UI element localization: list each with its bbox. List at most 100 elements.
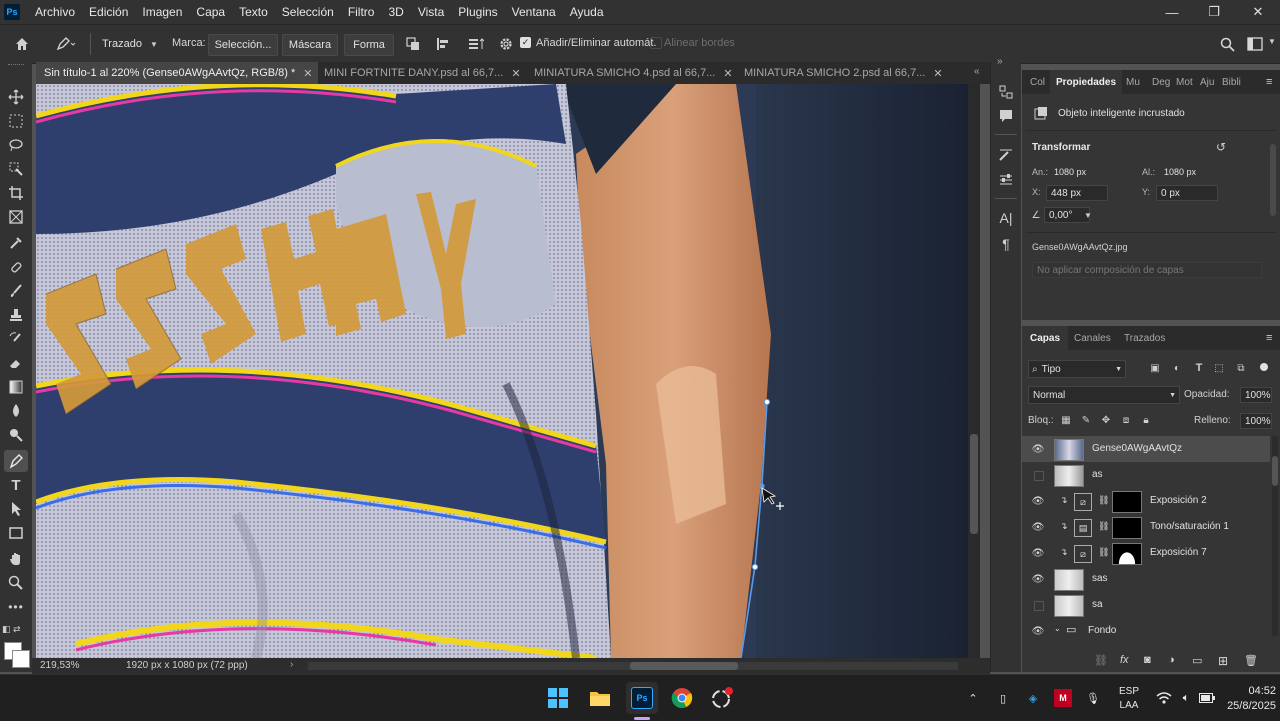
- document-canvas[interactable]: [36, 84, 968, 658]
- menu-archivo[interactable]: Archivo: [28, 5, 82, 19]
- tab-motivos[interactable]: Mot: [1176, 70, 1193, 94]
- search-icon[interactable]: [1216, 34, 1238, 54]
- layer-filter-select[interactable]: ⌕ Tipo ▼: [1028, 360, 1126, 378]
- reset-transform-icon[interactable]: ↺: [1214, 140, 1228, 154]
- menu-edicion[interactable]: Edición: [82, 5, 135, 19]
- filter-adjustment-layers-icon[interactable]: ◐: [1170, 361, 1184, 375]
- height-value[interactable]: 1080 px: [1164, 167, 1196, 177]
- tab-layers[interactable]: Capas: [1022, 326, 1069, 350]
- shape-button[interactable]: Forma: [344, 34, 394, 56]
- eraser-tool-icon[interactable]: [4, 352, 28, 374]
- volume-icon[interactable]: 🔈︎: [1176, 689, 1196, 707]
- close-icon[interactable]: ✕: [303, 67, 312, 80]
- layer-style-icon[interactable]: fx: [1120, 654, 1129, 666]
- tab-muestras[interactable]: Mu: [1126, 70, 1140, 94]
- tab-ajustes[interactable]: Aju: [1200, 70, 1214, 94]
- add-mask-icon[interactable]: ◙: [1144, 654, 1151, 666]
- filter-shape-layers-icon[interactable]: ⬚: [1212, 361, 1226, 375]
- menu-capa[interactable]: Capa: [189, 5, 232, 19]
- show-hidden-icons-icon[interactable]: ⌃: [964, 689, 982, 707]
- panel-menu-icon[interactable]: ≡: [1266, 76, 1272, 88]
- tab-properties[interactable]: Propiedades: [1050, 70, 1123, 94]
- filter-toggle[interactable]: [1260, 363, 1268, 371]
- more-tools-icon[interactable]: •••: [4, 596, 28, 618]
- comments-panel-icon[interactable]: [995, 106, 1017, 126]
- tab-channels[interactable]: Canales: [1074, 326, 1111, 350]
- menu-imagen[interactable]: Imagen: [135, 5, 189, 19]
- lock-transparent-pixels-icon[interactable]: ▦: [1060, 414, 1072, 426]
- filter-smart-objects-icon[interactable]: ⧉: [1234, 361, 1248, 375]
- app-tray-icon[interactable]: M: [1054, 689, 1072, 707]
- file-explorer-icon[interactable]: [584, 682, 616, 714]
- type-tool-icon[interactable]: T: [4, 474, 28, 496]
- security-icon[interactable]: ◈: [1024, 689, 1042, 707]
- brush-tool-icon[interactable]: [4, 280, 28, 302]
- menu-3d[interactable]: 3D: [381, 5, 410, 19]
- clock[interactable]: 04:52 25/8/2025: [1206, 684, 1276, 714]
- visibility-off-box[interactable]: [1034, 601, 1044, 611]
- width-value[interactable]: 1080 px: [1054, 167, 1086, 177]
- close-icon[interactable]: ✕: [933, 67, 942, 80]
- layer-row[interactable]: 👁︎ sas: [1022, 566, 1270, 592]
- panel-menu-icon[interactable]: ≡: [1266, 332, 1272, 344]
- new-layer-icon[interactable]: ⊞: [1218, 654, 1228, 668]
- menu-texto[interactable]: Texto: [232, 5, 275, 19]
- chevron-down-icon[interactable]: ▼: [1084, 207, 1094, 223]
- menu-ventana[interactable]: Ventana: [505, 5, 563, 19]
- tab-bibliotecas[interactable]: Bibli: [1222, 70, 1241, 94]
- lock-artboard-icon[interactable]: ⧈: [1120, 414, 1132, 426]
- history-brush-tool-icon[interactable]: [4, 328, 28, 350]
- lasso-tool-icon[interactable]: [4, 134, 28, 156]
- menu-filtro[interactable]: Filtro: [341, 5, 382, 19]
- photoshop-taskbar-icon[interactable]: Ps: [626, 682, 658, 714]
- quick-selection-tool-icon[interactable]: [4, 158, 28, 180]
- layer-row[interactable]: 👁︎ Gense0AWgAAvtQz: [1022, 436, 1270, 462]
- vertical-scrollbar-thumb[interactable]: [970, 434, 978, 534]
- usb-device-icon[interactable]: ▯: [994, 689, 1012, 707]
- visibility-eye-icon[interactable]: 👁︎: [1032, 521, 1045, 533]
- adjustments-panel-icon[interactable]: [995, 170, 1017, 190]
- marquee-tool-icon[interactable]: [4, 110, 28, 132]
- filter-type-layers-icon[interactable]: T: [1192, 361, 1206, 375]
- visibility-eye-icon[interactable]: 👁︎: [1032, 625, 1045, 637]
- tab-degradados[interactable]: Deg: [1152, 70, 1170, 94]
- wifi-icon[interactable]: [1154, 689, 1174, 707]
- visibility-eye-icon[interactable]: 👁︎: [1032, 573, 1045, 585]
- crop-tool-icon[interactable]: [4, 182, 28, 204]
- chevron-down-icon[interactable]: ⌄: [1054, 624, 1061, 633]
- app-with-notification-icon[interactable]: [706, 682, 738, 714]
- zoom-level[interactable]: 219,53%: [40, 660, 79, 671]
- dodge-tool-icon[interactable]: [4, 424, 28, 446]
- tab-color[interactable]: Col: [1030, 70, 1045, 94]
- gear-icon[interactable]: [496, 34, 516, 54]
- lock-all-icon[interactable]: 🔒︎: [1140, 414, 1152, 426]
- selection-button[interactable]: Selección...: [208, 34, 278, 56]
- visibility-off-box[interactable]: [1034, 471, 1044, 481]
- tab-paths[interactable]: Trazados: [1124, 326, 1165, 350]
- auto-add-checkbox[interactable]: ✓: [520, 37, 531, 48]
- menu-seleccion[interactable]: Selección: [275, 5, 341, 19]
- toolbar-grip[interactable]: [8, 64, 24, 68]
- tab-sin-titulo[interactable]: Sin título-1 al 220% (Gense0AWgAAvtQz, R…: [36, 62, 318, 84]
- frame-tool-icon[interactable]: [4, 206, 28, 228]
- home-icon[interactable]: [12, 34, 32, 54]
- tab-mini-fortnite[interactable]: MINI FORTNITE DANY.psd al 66,7... ✕: [316, 62, 532, 84]
- blend-mode-select[interactable]: Normal ▼: [1028, 386, 1180, 404]
- expand-panels-icon[interactable]: »: [997, 56, 1003, 67]
- layers-scrollbar-thumb[interactable]: [1272, 456, 1278, 486]
- properties-scrollbar-thumb[interactable]: [1270, 144, 1276, 216]
- opacity-field[interactable]: 100%: [1240, 387, 1272, 403]
- workspace-icon[interactable]: [1244, 34, 1266, 54]
- menu-vista[interactable]: Vista: [411, 5, 451, 19]
- move-tool-icon[interactable]: [4, 86, 28, 108]
- horizontal-scrollbar-thumb[interactable]: [630, 662, 738, 670]
- layer-group-row[interactable]: 👁︎ ⌄ ▭ Fondo: [1022, 618, 1270, 640]
- pen-tool-icon[interactable]: [52, 34, 80, 54]
- windows-start-icon[interactable]: [542, 682, 574, 714]
- align-edges-checkbox[interactable]: [650, 37, 662, 49]
- chrome-icon[interactable]: [666, 682, 698, 714]
- maximize-button[interactable]: ❐: [1192, 0, 1236, 24]
- path-alignment-icon[interactable]: [432, 34, 454, 54]
- minimize-button[interactable]: —: [1150, 0, 1194, 24]
- layer-row[interactable]: 👁︎ ↴ ⧄ ⛓︎ Exposición 2: [1022, 488, 1270, 514]
